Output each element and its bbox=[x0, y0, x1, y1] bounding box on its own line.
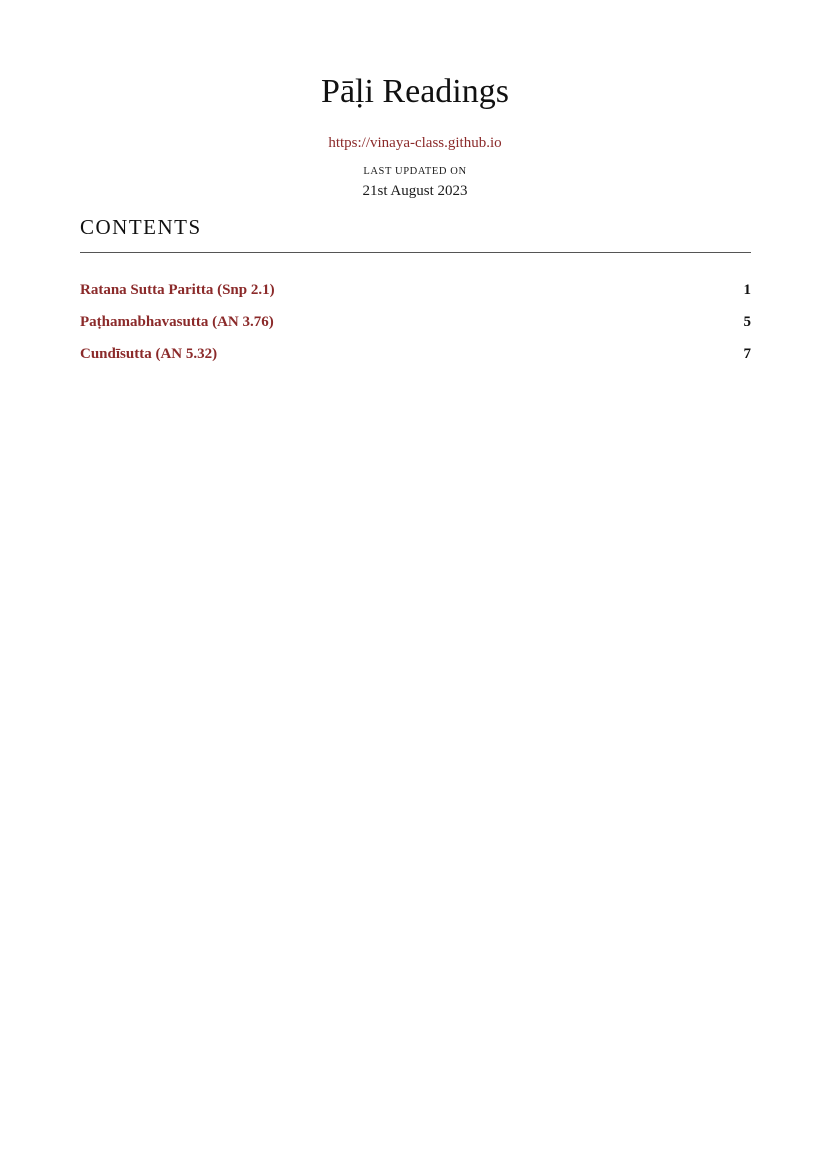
last-updated-date: 21st August 2023 bbox=[362, 183, 468, 199]
toc-entry: Ratana Sutta Paritta (Snp 2.1) 1 bbox=[80, 280, 751, 312]
table-of-contents: Ratana Sutta Paritta (Snp 2.1) 1 Paṭhama… bbox=[80, 280, 751, 376]
contents-heading: Contents bbox=[80, 215, 202, 239]
site-url-line: https://vinaya-class.github.io bbox=[0, 133, 830, 153]
toc-entry-link[interactable]: Paṭhamabhavasutta (AN 3.76) bbox=[80, 312, 274, 332]
document-title: Pāḷi Readings bbox=[321, 73, 509, 110]
toc-entry-link[interactable]: Cundīsutta (AN 5.32) bbox=[80, 344, 217, 364]
last-updated-label: last updated on bbox=[363, 166, 467, 177]
toc-entry: Paṭhamabhavasutta (AN 3.76) 5 bbox=[80, 312, 751, 344]
toc-entry-page: 5 bbox=[743, 314, 752, 330]
document-page: Pāḷi Readings https://vinaya-class.githu… bbox=[0, 0, 830, 1174]
toc-entry-page: 1 bbox=[743, 282, 752, 298]
toc-entry-page: 7 bbox=[743, 346, 752, 362]
toc-entry-link[interactable]: Ratana Sutta Paritta (Snp 2.1) bbox=[80, 280, 275, 300]
contents-divider bbox=[80, 252, 751, 253]
site-url-link[interactable]: https://vinaya-class.github.io bbox=[328, 135, 501, 151]
toc-entry: Cundīsutta (AN 5.32) 7 bbox=[80, 344, 751, 376]
